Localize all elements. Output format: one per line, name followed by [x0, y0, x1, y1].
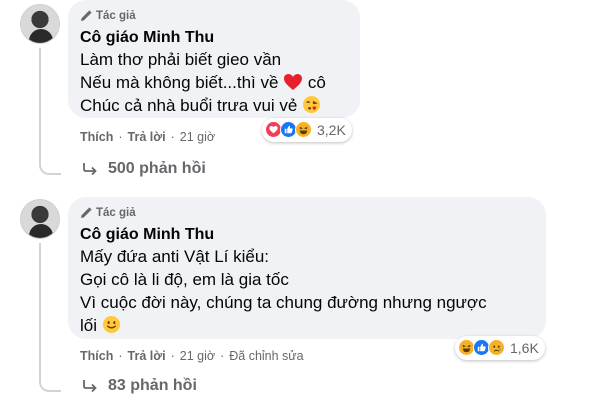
thread-connector	[39, 159, 61, 175]
view-replies-link[interactable]: 83 phản hồi	[82, 377, 197, 395]
timestamp[interactable]: 21 giờ	[180, 130, 215, 144]
reply-link[interactable]: Trả lời	[128, 349, 166, 363]
replies-count-label: 500 phản hồi	[108, 160, 206, 177]
reaction-count: 1,6K	[510, 340, 539, 356]
comment-text-line: Làm thơ phải biết gieo vần	[80, 50, 282, 69]
comment-text-line: Chúc cả nhà buổi trưa vui vẻ	[80, 94, 348, 117]
author-avatar[interactable]	[20, 4, 60, 44]
comment-text-segment: Nếu mà không biết...thì về	[80, 73, 279, 92]
reply-link[interactable]: Trả lời	[128, 130, 166, 144]
comment-actions: Thích · Trả lời · 21 giờ · Đã chỉnh sửa	[80, 349, 304, 363]
comment-text-segment: cô	[307, 73, 326, 92]
comment-text-line: Nếu mà không biết...thì về cô	[80, 71, 348, 94]
sad-reaction-icon	[488, 339, 506, 357]
like-link[interactable]: Thích	[80, 130, 113, 144]
comment-text-segment: Chúc cả nhà buổi trưa vui vẻ	[80, 96, 298, 115]
edited-label: Đã chỉnh sửa	[229, 349, 304, 363]
comment-actions: Thích · Trả lời · 21 giờ	[80, 130, 215, 144]
separator-dot: ·	[118, 349, 123, 363]
blow-kiss-emoji-icon	[303, 95, 321, 114]
reaction-summary[interactable]: 3,2K	[262, 118, 352, 142]
author-name[interactable]: Cô giáo Minh Thu	[80, 28, 348, 48]
separator-dot: ·	[170, 130, 175, 144]
comment-1: Tác giả Cô giáo Minh Thu Làm thơ phải bi…	[0, 0, 610, 195]
comment-text-line: Mấy đứa anti Vật Lí kiểu:	[80, 247, 270, 266]
author-avatar[interactable]	[20, 199, 60, 239]
comment-bubble: Tác giả Cô giáo Minh Thu Làm thơ phải bi…	[68, 0, 360, 118]
like-link[interactable]: Thích	[80, 349, 113, 363]
author-badge: Tác giả	[80, 205, 534, 221]
comment-text-line: lối	[80, 314, 534, 337]
reply-arrow-icon	[83, 163, 97, 176]
timestamp[interactable]: 21 giờ	[180, 349, 215, 363]
comment-bubble: Tác giả Cô giáo Minh Thu Mấy đứa anti Vậ…	[68, 197, 546, 339]
reaction-summary[interactable]: 1,6K	[455, 336, 545, 360]
pen-icon	[81, 10, 92, 21]
separator-dot: ·	[220, 349, 225, 363]
smile-emoji-icon	[102, 315, 120, 334]
reply-arrow-icon	[83, 380, 97, 393]
thread-connector	[39, 376, 61, 392]
comment-text-line: Gọi cô là li độ, em là gia tốc	[80, 270, 289, 289]
replies-count-label: 83 phản hồi	[108, 377, 197, 394]
separator-dot: ·	[118, 130, 123, 144]
author-badge-label: Tác giả	[96, 10, 136, 22]
thread-line	[39, 243, 41, 381]
heart-emoji-icon	[284, 74, 303, 90]
pen-icon	[81, 207, 92, 218]
haha-reaction-icon	[295, 121, 313, 139]
author-badge: Tác giả	[80, 8, 348, 24]
comment-text-line: Vì cuộc đời này, chúng ta chung đường nh…	[80, 293, 487, 312]
author-name[interactable]: Cô giáo Minh Thu	[80, 225, 534, 245]
author-badge-label: Tác giả	[96, 207, 136, 219]
comment-2: Tác giả Cô giáo Minh Thu Mấy đứa anti Vậ…	[0, 195, 610, 400]
thread-line	[39, 48, 41, 164]
view-replies-link[interactable]: 500 phản hồi	[82, 160, 206, 178]
separator-dot: ·	[170, 349, 175, 363]
comment-text-segment: lối	[80, 316, 98, 335]
reaction-count: 3,2K	[317, 122, 346, 138]
